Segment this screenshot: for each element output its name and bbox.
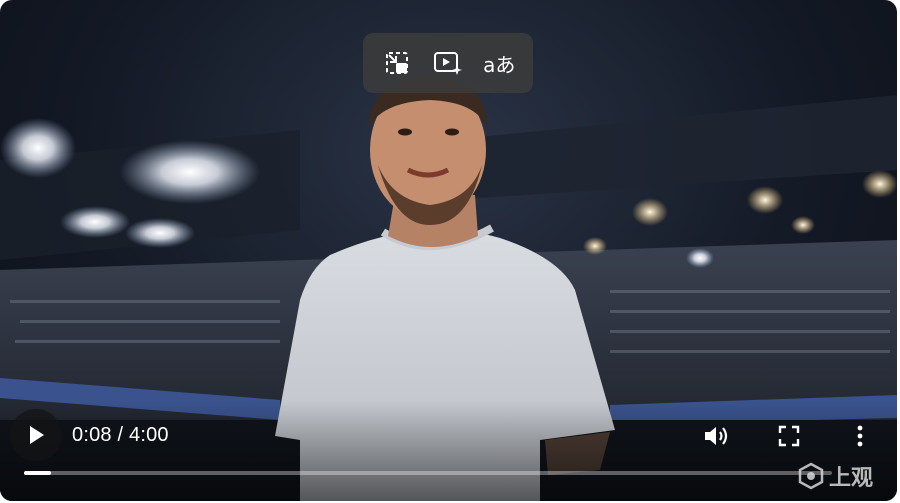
time-display: 0:08 / 4:00 [72, 424, 169, 447]
more-vertical-icon [857, 425, 863, 447]
translate-icon[interactable]: aあ [479, 43, 519, 83]
volume-button[interactable] [700, 420, 732, 452]
more-options-button[interactable] [844, 420, 876, 452]
watermark-logo-icon [798, 462, 824, 490]
exit-pip-icon[interactable] [377, 43, 417, 83]
watermark-text: 上观 [829, 465, 874, 490]
time-separator: / [117, 424, 124, 446]
progress-bar[interactable] [24, 471, 832, 475]
video-player[interactable]: aあ 0:08 / 4:00 上观 [0, 0, 897, 501]
play-icon [30, 426, 44, 444]
duration: 4:00 [129, 424, 169, 446]
volume-icon [705, 427, 728, 445]
fullscreen-icon [778, 425, 800, 447]
play-button[interactable] [10, 409, 62, 461]
progress-fill [24, 471, 51, 475]
current-time: 0:08 [72, 424, 112, 446]
watermark: 上观 [797, 458, 889, 494]
fullscreen-button[interactable] [773, 420, 805, 452]
floating-controls: aあ [363, 33, 533, 93]
translate-glyph: aあ [483, 52, 516, 77]
video-ai-icon[interactable] [428, 43, 468, 83]
control-bar-gradient [0, 401, 897, 501]
